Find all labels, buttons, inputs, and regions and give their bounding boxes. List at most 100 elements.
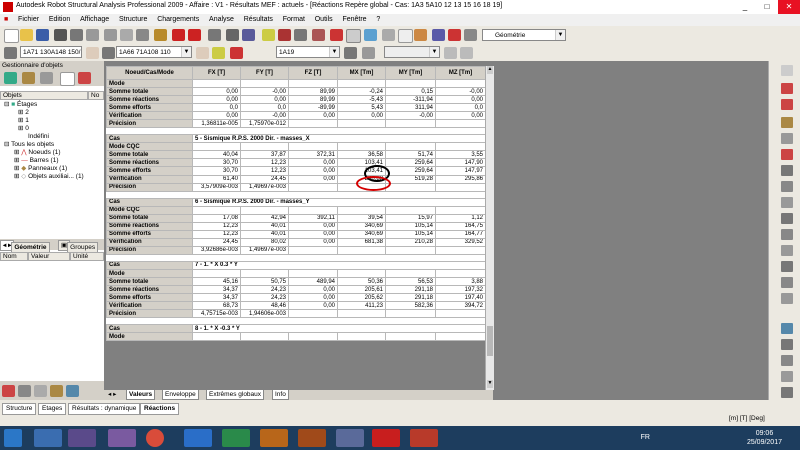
row-label[interactable]: Somme réactions bbox=[106, 285, 193, 295]
table-cell[interactable]: -0,00 bbox=[385, 111, 436, 121]
column-header[interactable]: FZ [T] bbox=[288, 66, 338, 80]
rt-material-icon[interactable] bbox=[781, 149, 793, 160]
table-cell[interactable] bbox=[192, 332, 241, 342]
column-header[interactable]: Noeud/Cas/Mode bbox=[106, 66, 193, 80]
rt-mesh-icon[interactable] bbox=[781, 229, 793, 240]
rt-section-icon[interactable] bbox=[781, 133, 793, 144]
scroll-thumb[interactable] bbox=[487, 326, 493, 356]
tab-groupes[interactable]: ▣ Groupes bbox=[58, 240, 99, 253]
table-cell[interactable]: -0,00 bbox=[240, 111, 289, 121]
table-cell[interactable] bbox=[240, 142, 289, 152]
table-cell[interactable]: 0,00 bbox=[288, 166, 338, 176]
app-menu-icon[interactable]: ■ bbox=[0, 14, 12, 26]
undo-icon[interactable] bbox=[172, 29, 185, 41]
menu-format[interactable]: Format bbox=[279, 14, 309, 26]
status-tab-structure[interactable]: Structure bbox=[2, 403, 37, 415]
row-label[interactable]: Cas bbox=[106, 197, 193, 207]
pointer-icon[interactable] bbox=[34, 385, 47, 397]
table-cell[interactable]: 40,01 bbox=[240, 221, 289, 231]
table-cell[interactable]: 24,23 bbox=[240, 285, 289, 295]
table-cell[interactable]: 394,72 bbox=[435, 301, 486, 311]
table-cell[interactable] bbox=[435, 245, 486, 255]
bar-selection-combo[interactable]: 1A66 71A108 110 ▼ bbox=[116, 46, 192, 58]
table-cell[interactable] bbox=[240, 268, 289, 279]
table-cell[interactable]: 105,14 bbox=[385, 221, 436, 231]
table-cell[interactable]: 0,00 bbox=[288, 229, 338, 239]
calculator-icon[interactable] bbox=[208, 29, 221, 41]
table-cell[interactable]: 48,46 bbox=[240, 301, 289, 311]
row-label[interactable]: Somme totale bbox=[106, 87, 193, 97]
tree-item-level-0[interactable]: ⊞ 0 bbox=[0, 125, 104, 133]
table-cell[interactable] bbox=[240, 78, 289, 89]
table-cell[interactable] bbox=[435, 205, 486, 215]
table-vertical-scrollbar[interactable]: ▲ ▼ bbox=[485, 66, 494, 390]
case-selection-combo[interactable]: 1A19 ▼ bbox=[276, 46, 340, 58]
tab-nav-arrows[interactable]: ◂ ▸ bbox=[106, 390, 119, 399]
diagram-icon[interactable] bbox=[278, 29, 291, 41]
table-cell[interactable] bbox=[192, 142, 241, 152]
row-label[interactable]: Précision bbox=[106, 309, 193, 319]
save-icon[interactable] bbox=[36, 29, 49, 41]
table-cell[interactable]: 30,70 bbox=[192, 166, 241, 176]
table-cell[interactable]: 329,52 bbox=[435, 237, 486, 247]
row-label[interactable]: Vérification bbox=[106, 174, 193, 184]
row-label[interactable]: Somme totale bbox=[106, 277, 193, 287]
menu-affichage[interactable]: Affichage bbox=[76, 14, 113, 26]
rt-load-icon[interactable] bbox=[781, 245, 793, 256]
results-map-icon[interactable] bbox=[262, 29, 275, 41]
tree-item-bars[interactable]: ⊞ — Barres (1) bbox=[0, 157, 104, 165]
close-button[interactable]: ✕ bbox=[778, 0, 800, 14]
table-cell[interactable]: 105,14 bbox=[385, 229, 436, 239]
display-options-icon[interactable] bbox=[444, 47, 457, 59]
table-cell[interactable]: 61,40 bbox=[192, 174, 241, 184]
taskbar-explorer-icon[interactable] bbox=[34, 429, 62, 447]
tree-item-all-objects[interactable]: ⊟ Tous les objets bbox=[0, 141, 104, 149]
table-cell[interactable]: -89,99 bbox=[288, 103, 338, 113]
table-cell[interactable]: 12,23 bbox=[192, 221, 241, 231]
menu-analyse[interactable]: Analyse bbox=[205, 14, 238, 26]
menu-structure[interactable]: Structure bbox=[115, 14, 151, 26]
status-tab-resultats-dynamique[interactable]: Résultats : dynamique bbox=[68, 403, 141, 415]
table-cell[interactable]: 34,37 bbox=[192, 285, 241, 295]
row-label[interactable]: Vérification bbox=[106, 237, 193, 247]
table-cell[interactable] bbox=[288, 119, 338, 129]
table-cell[interactable]: 3,92686e-003 bbox=[192, 245, 241, 255]
open-file-icon[interactable] bbox=[20, 29, 33, 41]
table-cell[interactable]: 51,74 bbox=[385, 150, 436, 160]
taskbar-app4-icon[interactable] bbox=[336, 429, 364, 447]
column-header[interactable]: MX [Tm] bbox=[337, 66, 386, 80]
table-cell[interactable] bbox=[288, 205, 338, 215]
table-cell[interactable] bbox=[288, 78, 338, 89]
object-edit-icon[interactable] bbox=[22, 72, 35, 84]
table-cell[interactable]: 89,99 bbox=[288, 87, 338, 97]
filter-icon[interactable] bbox=[382, 29, 395, 41]
tab-extremes-globaux[interactable]: Extrêmes globaux bbox=[206, 390, 265, 400]
table-cell[interactable]: 0,00 bbox=[240, 95, 289, 105]
table-cell[interactable] bbox=[337, 78, 386, 89]
row-label[interactable]: Mode bbox=[106, 268, 193, 279]
table-cell[interactable]: 89,99 bbox=[288, 95, 338, 105]
node-filter-icon[interactable] bbox=[86, 47, 99, 59]
row-label[interactable]: Précision bbox=[106, 182, 193, 192]
table-cell[interactable]: 24,23 bbox=[240, 293, 289, 303]
col-unite[interactable]: Unité bbox=[70, 252, 104, 261]
table-cell[interactable]: 30,70 bbox=[192, 158, 241, 168]
table-cell[interactable]: 340,69 bbox=[337, 221, 386, 231]
table-cell[interactable] bbox=[192, 268, 241, 279]
scroll-up-icon[interactable]: ▲ bbox=[487, 66, 493, 74]
table-cell[interactable]: 17,08 bbox=[192, 213, 241, 223]
table-cell[interactable]: 12,23 bbox=[240, 158, 289, 168]
code-check-icon[interactable] bbox=[330, 29, 343, 41]
view-icon[interactable] bbox=[66, 385, 79, 397]
row-label[interactable]: Précision bbox=[106, 119, 193, 129]
table-cell[interactable]: 24,45 bbox=[192, 237, 241, 247]
zoom-window-icon[interactable] bbox=[398, 29, 413, 43]
report-icon[interactable] bbox=[346, 29, 361, 43]
print-preview-icon[interactable] bbox=[70, 29, 83, 41]
rt-offset-icon[interactable] bbox=[781, 181, 793, 192]
table-cell[interactable] bbox=[385, 332, 436, 342]
new-file-icon[interactable] bbox=[4, 29, 19, 43]
row-label[interactable]: Mode bbox=[106, 78, 193, 89]
table-cell[interactable] bbox=[435, 332, 486, 342]
table-cell[interactable] bbox=[337, 142, 386, 152]
